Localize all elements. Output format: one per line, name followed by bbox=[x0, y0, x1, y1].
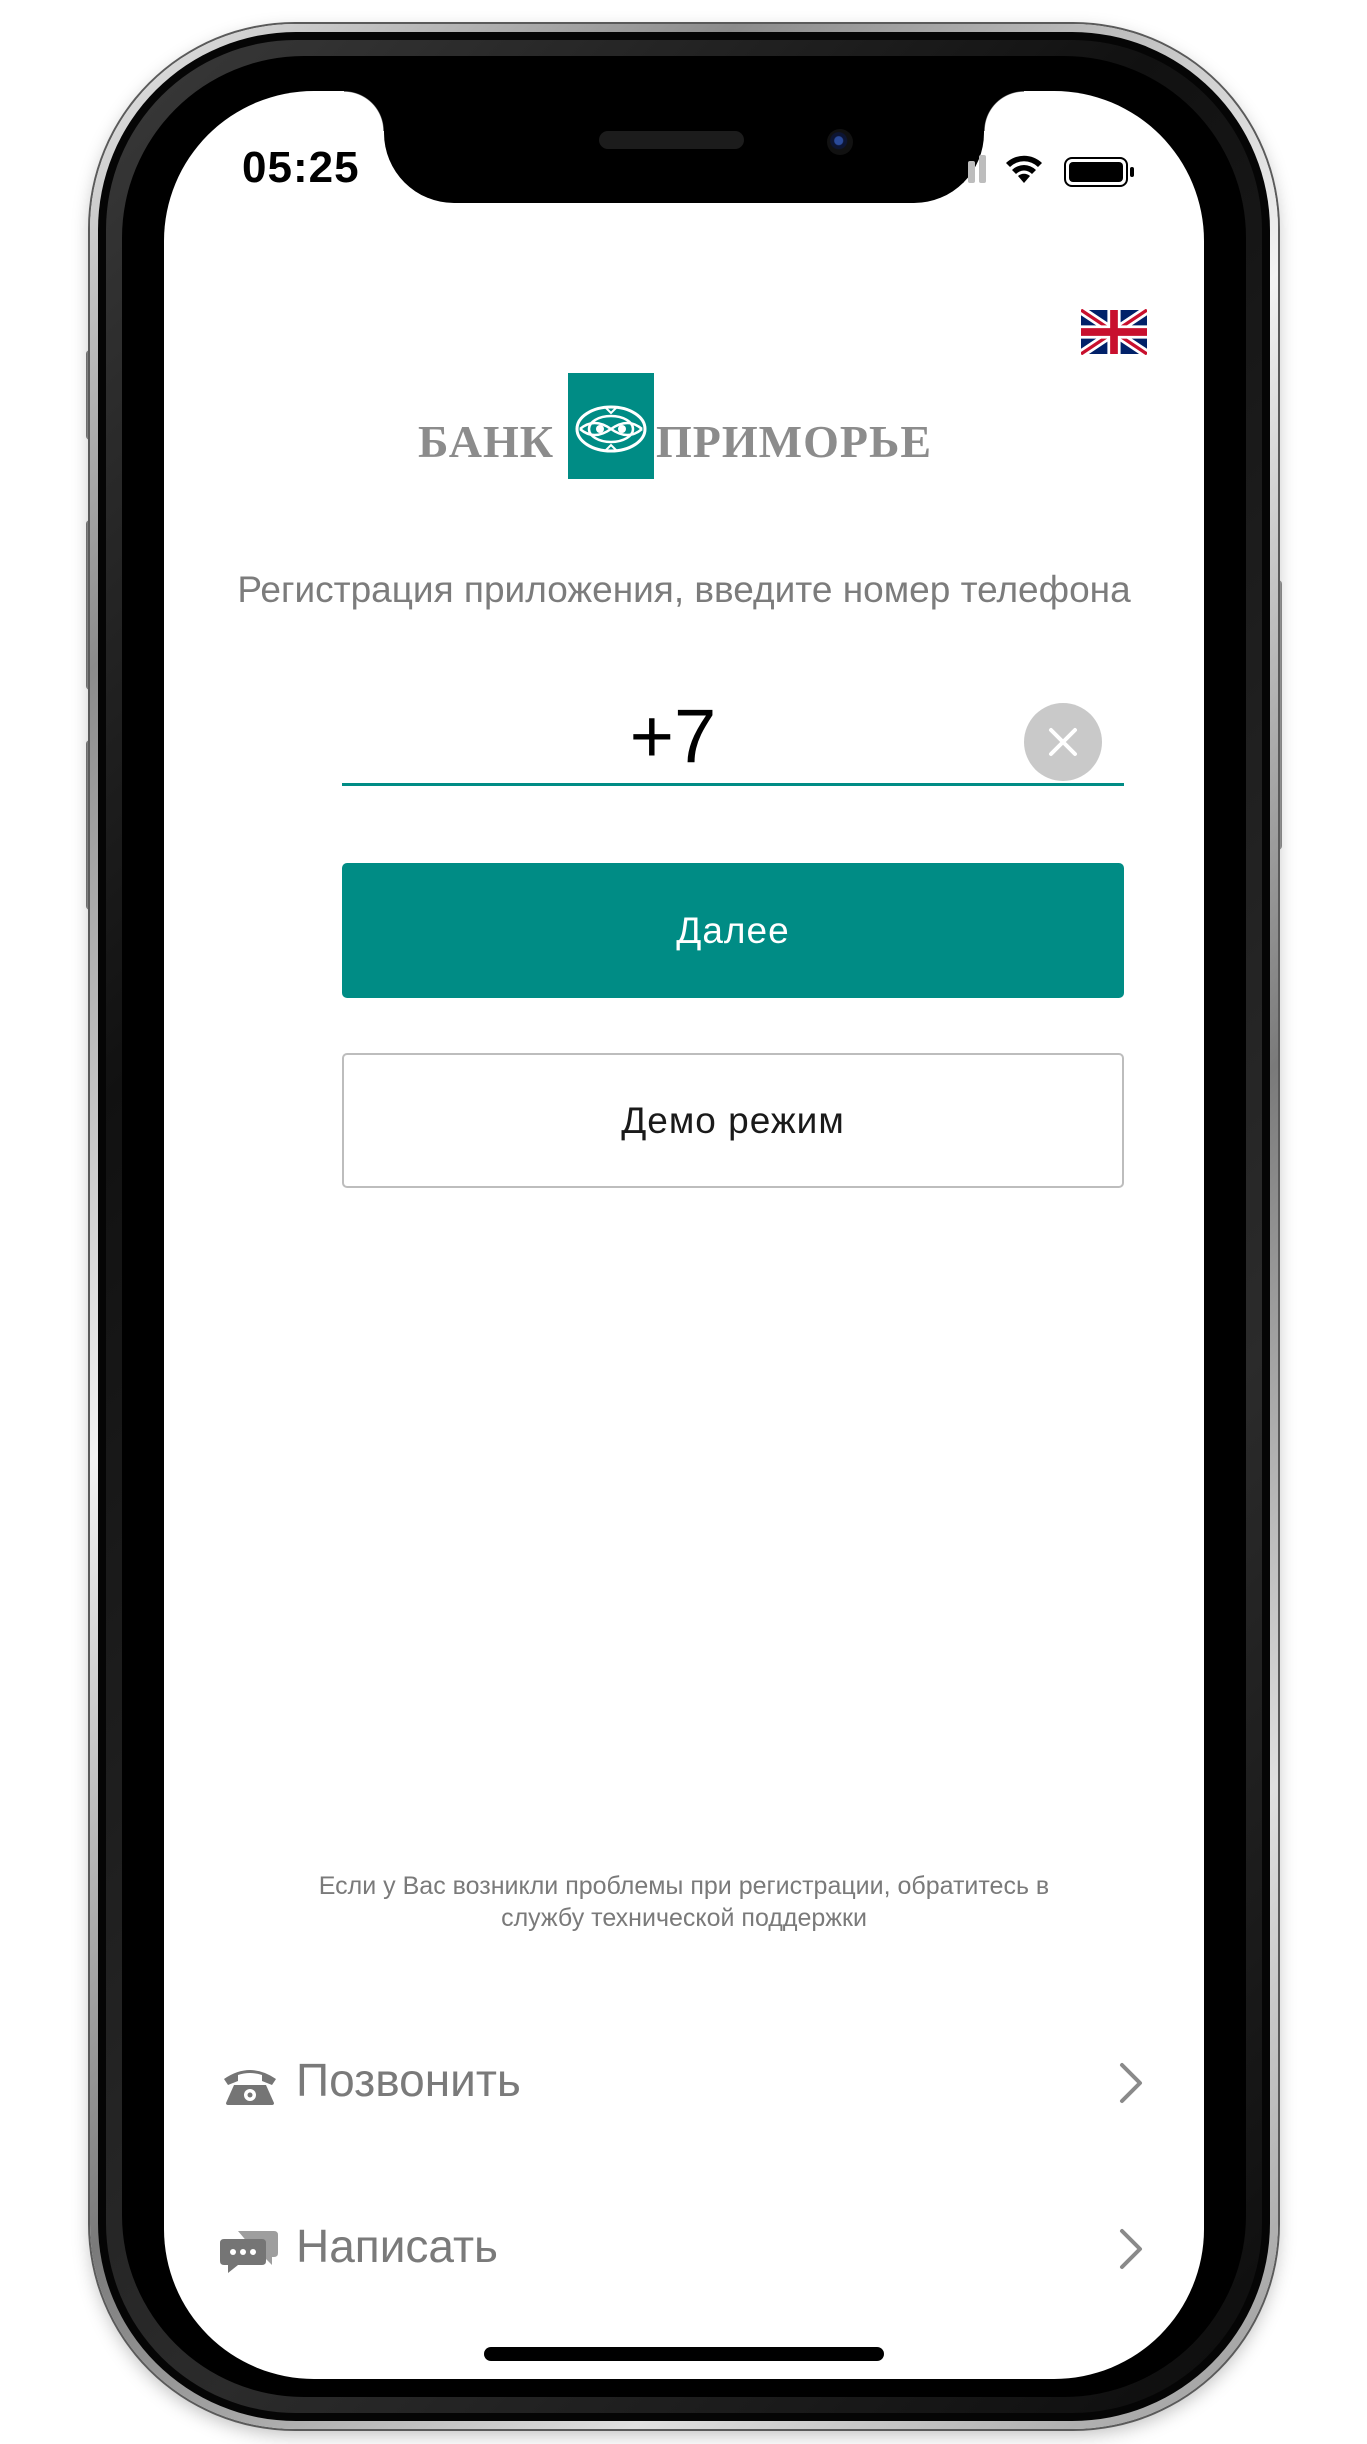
logo-word-left: БАНК bbox=[418, 416, 555, 467]
cellular-signal-icon bbox=[946, 155, 986, 183]
chevron-right-icon bbox=[1120, 2229, 1142, 2269]
clear-input-button[interactable] bbox=[1024, 703, 1102, 781]
front-camera bbox=[827, 129, 853, 155]
speaker-grille bbox=[599, 131, 744, 149]
phone-number-value[interactable]: +7 bbox=[282, 691, 1064, 783]
chevron-right-icon bbox=[1120, 2063, 1142, 2103]
chat-icon bbox=[220, 2231, 278, 2273]
write-support-row[interactable]: Написать bbox=[204, 2209, 1144, 2289]
wifi-icon bbox=[1006, 155, 1042, 183]
status-icons bbox=[946, 155, 1134, 187]
notch bbox=[344, 91, 1024, 203]
device-stage: 05:25 БАНК ПРИМОРЬЕ Регистрация приложен… bbox=[0, 0, 1367, 2444]
bank-logo: БАНК ПРИМОРЬЕ bbox=[164, 373, 1204, 483]
phone-number-field[interactable]: +7 bbox=[342, 691, 1124, 786]
write-support-label: Написать bbox=[296, 2220, 499, 2272]
status-time: 05:25 bbox=[242, 143, 360, 192]
next-button[interactable]: Далее bbox=[342, 863, 1124, 998]
logo-emblem-icon bbox=[568, 373, 654, 479]
close-icon bbox=[1049, 728, 1077, 756]
battery-icon bbox=[1064, 157, 1134, 187]
phone-icon bbox=[224, 2070, 276, 2105]
call-support-row[interactable]: Позвонить bbox=[204, 2043, 1144, 2123]
logo-word-right: ПРИМОРЬЕ bbox=[656, 416, 933, 467]
phone-frame: 05:25 БАНК ПРИМОРЬЕ Регистрация приложен… bbox=[90, 24, 1278, 2429]
home-indicator[interactable] bbox=[484, 2347, 884, 2361]
demo-mode-button[interactable]: Демо режим bbox=[342, 1053, 1124, 1188]
app-screen: 05:25 БАНК ПРИМОРЬЕ Регистрация приложен… bbox=[164, 91, 1204, 2379]
call-support-label: Позвонить bbox=[296, 2054, 521, 2106]
support-help-text: Если у Вас возникли проблемы при регистр… bbox=[318, 1872, 1050, 1932]
registration-subtitle: Регистрация приложения, введите номер те… bbox=[237, 569, 1131, 610]
uk-flag-icon[interactable] bbox=[1081, 309, 1147, 355]
